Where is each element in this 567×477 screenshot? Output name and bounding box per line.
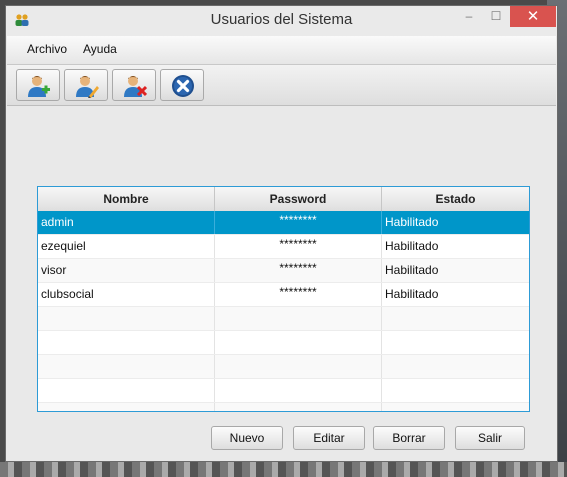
cell-password: ******** bbox=[215, 283, 382, 306]
empty-cell bbox=[38, 355, 215, 378]
empty-row bbox=[38, 403, 529, 411]
users-window: Usuarios del Sistema – ☐ ✕ Archivo Ayuda bbox=[5, 5, 558, 462]
cell-nombre: clubsocial bbox=[38, 283, 215, 306]
empty-row bbox=[38, 355, 529, 379]
toolbar bbox=[7, 65, 556, 106]
empty-cell bbox=[38, 403, 215, 411]
empty-row bbox=[38, 307, 529, 331]
exit-button[interactable] bbox=[160, 69, 204, 101]
empty-cell bbox=[38, 379, 215, 402]
exit-icon bbox=[172, 75, 194, 97]
empty-cell bbox=[38, 307, 215, 330]
cell-password: ******** bbox=[215, 259, 382, 282]
table-row[interactable]: visor ******** Habilitado bbox=[38, 259, 529, 283]
title-bar[interactable]: Usuarios del Sistema – ☐ ✕ bbox=[6, 6, 557, 36]
menu-bar: Archivo Ayuda bbox=[7, 36, 556, 65]
column-header-password[interactable]: Password bbox=[215, 187, 382, 211]
delete-user-icon bbox=[124, 76, 147, 97]
table-row[interactable]: ezequiel ******** Habilitado bbox=[38, 235, 529, 259]
add-user-button[interactable] bbox=[16, 69, 60, 101]
maximize-button[interactable]: ☐ bbox=[484, 6, 508, 28]
empty-cell bbox=[215, 379, 382, 402]
salir-button[interactable]: Salir bbox=[455, 426, 525, 450]
empty-row bbox=[38, 379, 529, 403]
borrar-button[interactable]: Borrar bbox=[373, 426, 445, 450]
empty-row bbox=[38, 331, 529, 355]
table-row[interactable]: admin ******** Habilitado bbox=[38, 211, 529, 235]
editar-button[interactable]: Editar bbox=[293, 426, 365, 450]
menu-ayuda[interactable]: Ayuda bbox=[83, 42, 117, 56]
add-user-icon bbox=[28, 76, 50, 97]
cell-password: ******** bbox=[215, 235, 382, 258]
edit-user-button[interactable] bbox=[64, 69, 108, 101]
cell-nombre: ezequiel bbox=[38, 235, 215, 258]
empty-cell bbox=[215, 307, 382, 330]
cell-estado: Habilitado bbox=[385, 239, 439, 253]
empty-cell bbox=[38, 331, 215, 354]
cell-estado: Habilitado bbox=[385, 287, 439, 301]
delete-user-button[interactable] bbox=[112, 69, 156, 101]
cell-password: ******** bbox=[215, 211, 382, 234]
table-row[interactable]: clubsocial ******** Habilitado bbox=[38, 283, 529, 307]
minimize-button[interactable]: – bbox=[457, 6, 481, 28]
cell-nombre: admin bbox=[38, 211, 215, 234]
cell-estado: Habilitado bbox=[385, 215, 439, 229]
empty-cell bbox=[215, 403, 382, 411]
empty-cell bbox=[215, 355, 382, 378]
menu-archivo[interactable]: Archivo bbox=[27, 42, 67, 56]
empty-cell bbox=[215, 331, 382, 354]
close-window-button[interactable]: ✕ bbox=[510, 6, 556, 27]
column-header-nombre[interactable]: Nombre bbox=[38, 187, 215, 211]
nuevo-button[interactable]: Nuevo bbox=[211, 426, 283, 450]
table-header: Nombre Password Estado bbox=[38, 187, 529, 212]
column-header-estado[interactable]: Estado bbox=[382, 187, 529, 211]
desktop-background-bottom bbox=[0, 462, 567, 477]
users-table: Nombre Password Estado admin ******** Ha… bbox=[37, 186, 530, 412]
cell-estado: Habilitado bbox=[385, 263, 439, 277]
edit-user-icon bbox=[76, 76, 99, 98]
cell-nombre: visor bbox=[38, 259, 215, 282]
